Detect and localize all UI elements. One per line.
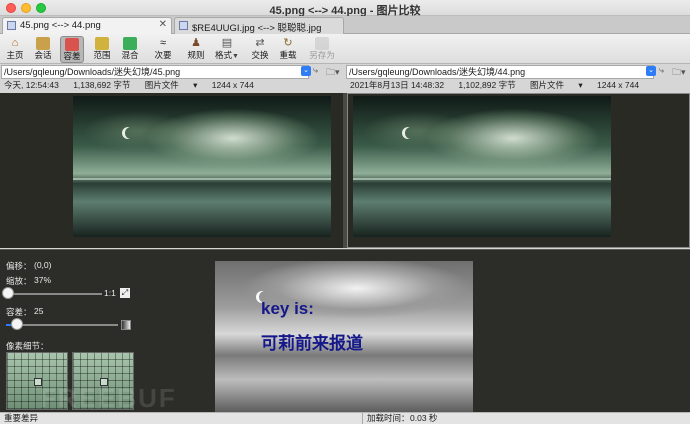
left-image (73, 96, 331, 237)
right-file-info: 2021年8月13日 14:48:32 1,102,892 字节 图片文件 ▾ … (350, 79, 651, 92)
session-icon (36, 37, 50, 50)
home-button[interactable]: ⌂ 主页 (4, 36, 26, 63)
right-type[interactable]: 图片文件 ▾ (530, 80, 583, 90)
tolerance-slider-knob[interactable] (11, 318, 23, 330)
overlay-key-text: key is: (261, 299, 314, 318)
rules-icon: ♟ (191, 37, 201, 49)
difference-image[interactable]: key is: 可莉前来报道 (215, 261, 473, 413)
left-size: 1,138,692 字节 (73, 80, 131, 90)
zoom-value: 37% (34, 275, 52, 285)
compare-icon (7, 21, 16, 30)
offset-value: (0,0) (34, 260, 52, 270)
blend-icon (123, 37, 137, 50)
close-icon[interactable]: ✕ (159, 19, 167, 30)
load-time-value: 0.03 秒 (410, 413, 438, 423)
pixel-detail-label: 像素细节： (6, 341, 49, 351)
moon-shape (125, 127, 137, 139)
save-as-button[interactable]: 另存为 (308, 36, 336, 63)
left-file-info: 今天, 12:54:43 1,138,692 字节 图片文件 ▾ 1244 x … (4, 79, 266, 92)
right-history-icon[interactable]: ⤷ (659, 65, 664, 76)
home-icon: ⌂ (11, 37, 19, 49)
reload-button[interactable]: ↻ 重载 (276, 36, 300, 63)
moon-shape (405, 127, 417, 139)
right-date: 2021年8月13日 14:48:32 (350, 80, 445, 90)
minor-button[interactable]: ≈ 次要 (150, 36, 176, 63)
watermark: FREEBUF (40, 383, 177, 413)
rules-button[interactable]: ♟ 规则 (184, 36, 208, 63)
zoom-fit-button[interactable]: 1:1 (104, 288, 116, 298)
save-as-icon (315, 37, 329, 50)
left-image-pane[interactable] (0, 93, 343, 248)
status-left: 重要差异 (4, 413, 39, 423)
left-date: 今天, 12:54:43 (4, 80, 59, 90)
left-path-field[interactable]: /Users/gqleung/Downloads/迷失幻境/45.png (1, 65, 309, 79)
session-button[interactable]: 会话 (30, 36, 56, 63)
right-path-dropdown-icon[interactable]: ⌄ (646, 66, 656, 76)
zoom-label: 缩放： (6, 276, 32, 286)
zoom-slider-knob[interactable] (2, 287, 14, 299)
load-time-label: 加载时间： (367, 413, 410, 423)
tolerance-icon (65, 38, 79, 51)
tab-re4uugi[interactable]: $RE4UUGI.jpg <--> 聪聪聪.jpg (174, 17, 344, 34)
tab-label: 45.png <--> 44.png (20, 20, 101, 31)
right-dims: 1244 x 744 (597, 80, 640, 90)
right-image-pane[interactable] (347, 93, 690, 248)
tab-45-44[interactable]: 45.png <--> 44.png ✕ (2, 17, 172, 34)
left-folder-icon[interactable]: 🗀▾ (326, 65, 340, 81)
title-bar: 45.png <--> 44.png - 图片比较 (0, 0, 690, 17)
status-divider (362, 413, 363, 424)
left-dims: 1244 x 744 (211, 80, 254, 90)
tab-bar: 45.png <--> 44.png ✕ $RE4UUGI.jpg <--> 聪… (0, 16, 690, 34)
details-panel: 偏移： (0,0) 缩放： 37% 1:1 ⤢ 容差： 25 像素细节： FRE… (0, 249, 690, 413)
range-button[interactable]: 范围 (90, 36, 114, 63)
left-type[interactable]: 图片文件 ▾ (145, 80, 198, 90)
toolbar: ⌂ 主页 会话 容差 范围 混合 ≈ 次要 ♟ 规则 ▤ 格式▼ ⇄ 交换 ↻ … (0, 34, 690, 64)
tab-label: $RE4UUGI.jpg <--> 聪聪聪.jpg (192, 23, 322, 34)
tolerance-value: 25 (34, 306, 44, 316)
right-path-field[interactable]: /Users/gqleung/Downloads/迷失幻境/44.png (346, 65, 654, 79)
reload-icon: ↻ (283, 37, 293, 49)
swap-icon: ⇄ (255, 37, 265, 49)
chevron-down-icon: ▼ (232, 53, 239, 60)
right-image (353, 96, 611, 237)
tolerance-button[interactable]: 容差 (60, 36, 84, 63)
right-size: 1,102,892 字节 (458, 80, 516, 90)
offset-label: 偏移： (6, 261, 32, 271)
left-path-dropdown-icon[interactable]: ⌄ (301, 66, 311, 76)
range-icon (95, 37, 109, 50)
status-bar: 重要差异 加载时间： 0.03 秒 (0, 412, 690, 424)
tolerance-label: 容差： (6, 307, 32, 317)
compare-icon (179, 21, 188, 30)
format-icon: ▤ (221, 37, 233, 49)
overlay-message-text: 可莉前来报道 (261, 334, 363, 353)
right-folder-icon[interactable]: 🗀▾ (672, 65, 686, 81)
blend-button[interactable]: 混合 (118, 36, 142, 63)
minor-icon: ≈ (159, 37, 167, 49)
tolerance-gradient-icon (121, 320, 131, 330)
fit-to-window-icon[interactable]: ⤢ (120, 288, 130, 298)
left-history-icon[interactable]: ⤷ (313, 65, 318, 76)
format-button[interactable]: ▤ 格式▼ (212, 36, 242, 63)
swap-button[interactable]: ⇄ 交换 (248, 36, 272, 63)
